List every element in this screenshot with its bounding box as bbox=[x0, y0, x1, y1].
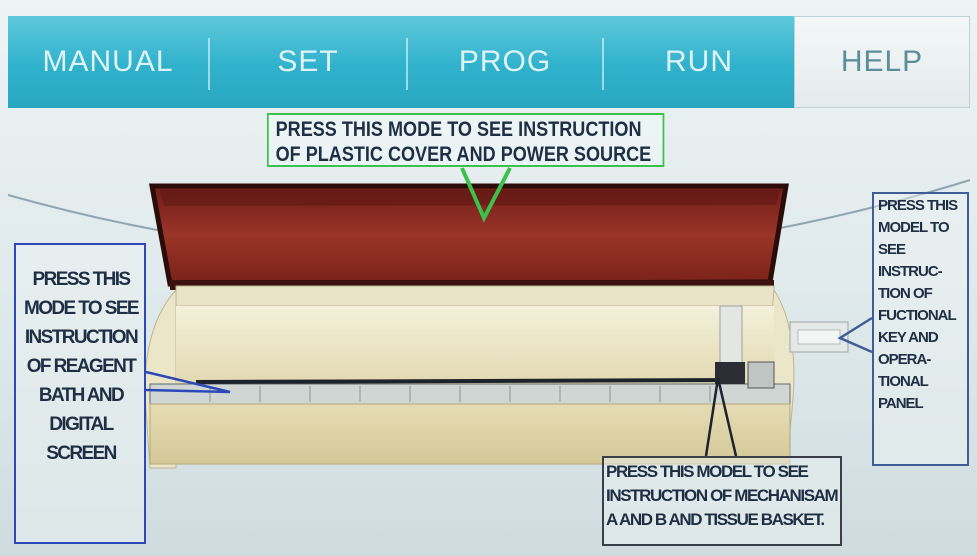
callout-mechanism-tissue-basket[interactable]: PRESS THIS MODEL TO SEE INSTRUCTION OF M… bbox=[602, 456, 842, 546]
callout-line: MODE TO SEE bbox=[23, 298, 140, 319]
callout-line: MODEL TO bbox=[878, 219, 950, 236]
callout-line: PRESS THIS MODEL TO SEE bbox=[606, 462, 809, 481]
callout-line: INSTRUC- bbox=[878, 263, 943, 280]
callout-line: TION OF bbox=[878, 285, 933, 302]
callout-line: DIGITAL bbox=[49, 414, 114, 435]
callout-line: PRESS THIS MODE TO SEE INSTRUCTION bbox=[275, 118, 642, 141]
callout-line: SCREEN bbox=[46, 443, 117, 464]
callout-line: FUCTIONAL bbox=[878, 307, 957, 324]
callout-line: TIONAL bbox=[878, 373, 929, 390]
callout-line: SEE bbox=[878, 241, 906, 258]
callout-line: OPERA- bbox=[878, 351, 931, 368]
plastic-cover[interactable] bbox=[148, 183, 789, 290]
callout-line: BATH AND bbox=[38, 385, 125, 406]
callout-line: INSTRUCTION OF MECHANISAM bbox=[606, 486, 839, 505]
callout-line: A AND B AND TISSUE BASKET. bbox=[606, 510, 825, 529]
callout-line: OF REAGENT bbox=[26, 356, 137, 377]
callout-line: PRESS THIS bbox=[878, 197, 958, 214]
callout-line: OF PLASTIC COVER AND POWER SOURCE bbox=[275, 143, 652, 166]
callout-line: PANEL bbox=[878, 395, 924, 412]
callout-line: INSTRUCTION bbox=[24, 327, 139, 348]
callout-line: PRESS THIS bbox=[32, 269, 132, 290]
callout-line: KEY AND bbox=[878, 329, 939, 346]
help-screen: MANUAL SET PROG RUN HELP PRESS THIS MODE… bbox=[0, 0, 977, 556]
callout-functional-key-panel[interactable]: PRESS THIS MODEL TO SEE INSTRUC- TION OF… bbox=[872, 192, 969, 466]
reagent-bath[interactable] bbox=[149, 378, 791, 405]
callout-plastic-cover-power[interactable]: PRESS THIS MODE TO SEE INSTRUCTION OF PL… bbox=[267, 113, 665, 167]
callout-reagent-bath-screen[interactable]: PRESS THIS MODE TO SEE INSTRUCTION OF RE… bbox=[14, 243, 146, 544]
instrument-body bbox=[144, 285, 795, 469]
